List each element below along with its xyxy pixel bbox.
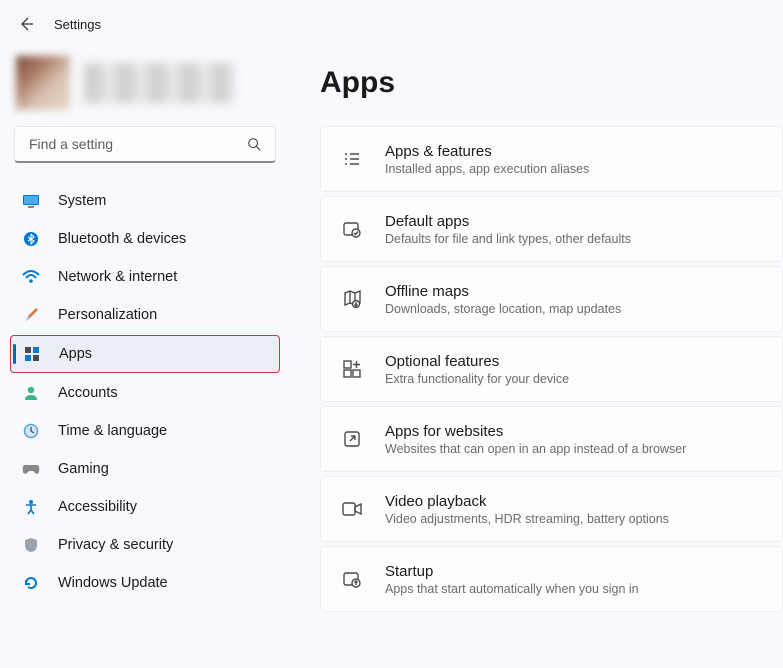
sidebar-item-label: Bluetooth & devices xyxy=(58,231,186,247)
sidebar: System Bluetooth & devices Network & int… xyxy=(0,48,290,612)
card-subtitle: Extra functionality for your device xyxy=(385,372,569,386)
update-icon xyxy=(22,574,40,592)
card-optional-features[interactable]: Optional features Extra functionality fo… xyxy=(320,336,783,402)
paintbrush-icon xyxy=(22,306,40,324)
accessibility-icon xyxy=(22,498,40,516)
profile-name-blurred xyxy=(84,63,234,103)
card-apps-features[interactable]: Apps & features Installed apps, app exec… xyxy=(320,126,783,192)
globe-clock-icon xyxy=(22,422,40,440)
sidebar-item-system[interactable]: System xyxy=(10,183,280,219)
system-icon xyxy=(22,192,40,210)
sidebar-item-label: System xyxy=(58,193,106,209)
bluetooth-icon xyxy=(22,230,40,248)
sidebar-item-apps[interactable]: Apps xyxy=(10,335,280,373)
profile-section[interactable] xyxy=(10,48,280,126)
card-title: Startup xyxy=(385,563,639,580)
sidebar-item-label: Gaming xyxy=(58,461,109,477)
apps-icon xyxy=(23,345,41,363)
sidebar-item-bluetooth[interactable]: Bluetooth & devices xyxy=(10,221,280,257)
sidebar-item-accounts[interactable]: Accounts xyxy=(10,375,280,411)
sidebar-item-label: Accounts xyxy=(58,385,118,401)
sidebar-item-personalization[interactable]: Personalization xyxy=(10,297,280,333)
card-default-apps[interactable]: Default apps Defaults for file and link … xyxy=(320,196,783,262)
startup-icon xyxy=(341,568,363,590)
sidebar-item-windows-update[interactable]: Windows Update xyxy=(10,565,280,601)
map-download-icon xyxy=(341,288,363,310)
card-apps-for-websites[interactable]: Apps for websites Websites that can open… xyxy=(320,406,783,472)
sidebar-item-label: Apps xyxy=(59,346,92,362)
open-external-icon xyxy=(341,428,363,450)
sidebar-item-gaming[interactable]: Gaming xyxy=(10,451,280,487)
search-icon xyxy=(247,137,261,151)
card-subtitle: Video adjustments, HDR streaming, batter… xyxy=(385,512,669,526)
sidebar-item-label: Network & internet xyxy=(58,269,177,285)
wifi-icon xyxy=(22,268,40,286)
gaming-icon xyxy=(22,460,40,478)
search-box[interactable] xyxy=(14,126,276,163)
card-title: Video playback xyxy=(385,493,669,510)
sidebar-item-label: Time & language xyxy=(58,423,167,439)
page-title: Apps xyxy=(320,66,783,100)
card-subtitle: Downloads, storage location, map updates xyxy=(385,302,621,316)
person-icon xyxy=(22,384,40,402)
shield-icon xyxy=(22,536,40,554)
sidebar-item-privacy[interactable]: Privacy & security xyxy=(10,527,280,563)
card-offline-maps[interactable]: Offline maps Downloads, storage location… xyxy=(320,266,783,332)
sidebar-item-label: Personalization xyxy=(58,307,157,323)
card-subtitle: Websites that can open in an app instead… xyxy=(385,442,686,456)
sidebar-item-label: Privacy & security xyxy=(58,537,173,553)
card-video-playback[interactable]: Video playback Video adjustments, HDR st… xyxy=(320,476,783,542)
sidebar-item-accessibility[interactable]: Accessibility xyxy=(10,489,280,525)
card-subtitle: Apps that start automatically when you s… xyxy=(385,582,639,596)
sidebar-item-time-language[interactable]: Time & language xyxy=(10,413,280,449)
main-content: Apps Apps & features Installed apps, app… xyxy=(290,48,783,612)
card-subtitle: Installed apps, app execution aliases xyxy=(385,162,589,176)
card-subtitle: Defaults for file and link types, other … xyxy=(385,232,631,246)
sidebar-item-label: Windows Update xyxy=(58,575,168,591)
card-title: Apps & features xyxy=(385,143,589,160)
header-title: Settings xyxy=(54,17,101,32)
avatar xyxy=(16,56,70,110)
sidebar-item-network[interactable]: Network & internet xyxy=(10,259,280,295)
video-icon xyxy=(341,498,363,520)
list-icon xyxy=(341,148,363,170)
card-title: Default apps xyxy=(385,213,631,230)
search-input[interactable] xyxy=(29,136,229,152)
card-title: Optional features xyxy=(385,353,569,370)
card-startup[interactable]: Startup Apps that start automatically wh… xyxy=(320,546,783,612)
back-button[interactable] xyxy=(18,16,34,32)
optional-features-icon xyxy=(341,358,363,380)
sidebar-item-label: Accessibility xyxy=(58,499,137,515)
default-apps-icon xyxy=(341,218,363,240)
card-title: Offline maps xyxy=(385,283,621,300)
card-title: Apps for websites xyxy=(385,423,686,440)
back-arrow-icon xyxy=(18,16,34,32)
